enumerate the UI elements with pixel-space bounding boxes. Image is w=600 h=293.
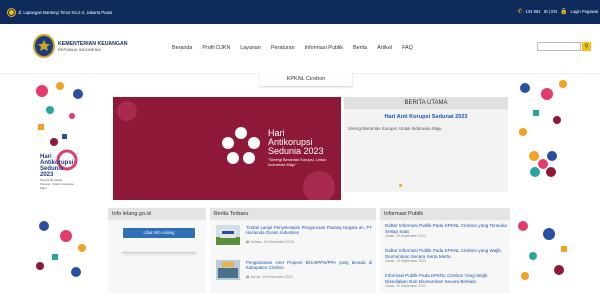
list-item[interactable]: Daftar Informasi Publik Pada KPKNL Cireb… [385, 223, 507, 238]
latest-news-title: Berita Terbaru [210, 208, 376, 220]
nav-item-artikel[interactable]: Artikel [377, 45, 392, 51]
lock-icon: 🔒 [560, 9, 568, 15]
public-info-date: Jumat, 15 September 2023 [385, 284, 426, 289]
anticorruption-star-icon [529, 151, 557, 177]
public-info-link[interactable]: Daftar Informasi Publik Pada KPKNL Cireb… [385, 223, 507, 234]
info-lelang-title: Info lelang.go.id [108, 208, 206, 220]
calendar-icon: ▦ [246, 275, 250, 279]
right-side-banner[interactable] [513, 76, 573, 286]
hero-title: Hari Antikorupsi Sedunia 2023 [268, 129, 324, 156]
hero-tagline: "Sinergi Berantas Korupsi, Untuk Indones… [268, 157, 327, 167]
news-title[interactable]: Pengamanan Aset Properti Eks-BPPN/PPA ya… [246, 260, 372, 271]
login-link[interactable]: Login Pegawai [571, 9, 598, 14]
phone-icon: ✆ [517, 9, 523, 15]
latest-news-panel: Berita Terbaru Tindak Lanjut Penyelesaia… [210, 208, 376, 293]
side-banner-text: Hari Antikorupsi Sedunia 2023 Sinergi Be… [40, 154, 74, 190]
location-pin-icon [8, 9, 15, 16]
nav-item-beranda[interactable]: Beranda [172, 45, 192, 51]
news-title[interactable]: Tindak Lanjut Penyelesaian Pengurusan Pi… [246, 225, 372, 236]
main-news-description: Sinergi Berantas Korupsi, Untuk Indonesi… [348, 126, 442, 131]
search-icon: ⚲ [584, 44, 589, 50]
nav-item-berita[interactable]: Berita [353, 45, 367, 51]
nav-item-profil-djkn[interactable]: Profil DJKN [202, 45, 230, 51]
hero-slide[interactable]: Hari Antikorupsi Sedunia 2023 "Sinergi B… [113, 97, 341, 200]
calendar-icon: ▦ [246, 240, 250, 244]
list-item[interactable]: Informasi Publik Pada KPKNL Cirebon Yang… [385, 273, 507, 288]
list-item[interactable]: Tindak Lanjut Penyelesaian Pengurusan Pi… [216, 225, 372, 249]
address-block: Jl. Lapangan Banteng Timur No.2-4, Jakar… [8, 9, 112, 16]
nav-item-informasi-publik[interactable]: Informasi Publik [305, 45, 343, 51]
public-info-link[interactable]: Informasi Publik Pada KPKNL Cirebon Yang… [385, 273, 507, 284]
list-item[interactable]: Daftar Informasi Publik Pada KPKNL Cireb… [385, 248, 507, 263]
news-thumbnail [216, 260, 240, 280]
site-header: KEMENTERIAN KEUANGAN REPUBLIK INDONESIA … [0, 24, 600, 74]
language-switch[interactable]: ID | EN [544, 9, 557, 14]
news-photo-icon [216, 229, 240, 245]
news-date-text: Selasa, 19 Desember 2023 [250, 240, 294, 244]
public-info-date: Jumat, 15 September 2023 [385, 234, 426, 239]
nav-item-peraturan[interactable]: Peraturan [271, 45, 295, 51]
news-thumbnail [216, 225, 240, 245]
search-button[interactable]: ⚲ [582, 42, 591, 51]
brand-subtitle: REPUBLIK INDONESIA [58, 47, 101, 52]
hero-title-3: Sedunia 2023 [268, 146, 324, 156]
slider-indicator[interactable] [399, 184, 402, 187]
view-auction-button[interactable]: Lihat Info Lelang [123, 228, 195, 238]
main-news-label: BERITA UTAMA [344, 97, 508, 109]
top-right-links: ✆ 134 991 ID | EN 🔒 Login Pegawai [517, 8, 598, 15]
side-banner-subtitle: Sinergi Berantas Korupsi, Untuk Indonesi… [40, 178, 74, 190]
top-bar: Jl. Lapangan Banteng Timur No.2-4, Jakar… [0, 0, 600, 24]
anticorruption-logo-icon [222, 127, 260, 164]
page-title: KPKNL Cirebon [260, 73, 352, 86]
public-info-panel: Informasi Publik Daftar Informasi Publik… [380, 208, 510, 293]
news-photo-icon [216, 260, 240, 280]
main-nav: Beranda Profil DJKN Layanan Peraturan In… [172, 45, 413, 51]
nav-item-faq[interactable]: FAQ [402, 45, 413, 51]
side-banner-title-3: Sedunia 2023 [40, 166, 64, 178]
news-date-text: Jumat, 15 Desember 2023 [250, 275, 293, 279]
public-info-date: Jumat, 15 September 2023 [385, 259, 426, 264]
emblem-icon [38, 40, 50, 51]
news-date: ▦ Jumat, 15 Desember 2023 [246, 275, 293, 279]
phone-number[interactable]: 134 991 [525, 9, 540, 14]
brand-name: KEMENTERIAN KEUANGAN REPUBLIK INDONESIA [58, 41, 127, 53]
public-info-title: Informasi Publik [380, 208, 510, 220]
divider [122, 252, 196, 253]
kemenkeu-logo[interactable] [33, 34, 55, 58]
side-decoration-right [518, 80, 567, 280]
nav-item-layanan[interactable]: Layanan [240, 45, 261, 51]
main-news-panel: BERITA UTAMA Hari Anti Korupsi Sedunai 2… [344, 97, 508, 192]
public-info-link[interactable]: Daftar Informasi Publik Pada KPKNL Cireb… [385, 248, 507, 259]
address-text: Jl. Lapangan Banteng Timur No.2-4, Jakar… [18, 10, 113, 15]
info-lelang-panel: Info lelang.go.id Lihat Info Lelang [108, 208, 206, 293]
news-date: ▦ Selasa, 19 Desember 2023 [246, 240, 294, 244]
search-input[interactable] [537, 42, 581, 51]
main-news-headline[interactable]: Hari Anti Korupsi Sedunai 2023 [344, 114, 508, 120]
list-item[interactable]: Pengamanan Aset Properti Eks-BPPN/PPA ya… [216, 260, 372, 284]
left-side-banner[interactable]: Hari Antikorupsi Sedunia 2023 Sinergi Be… [32, 76, 92, 286]
